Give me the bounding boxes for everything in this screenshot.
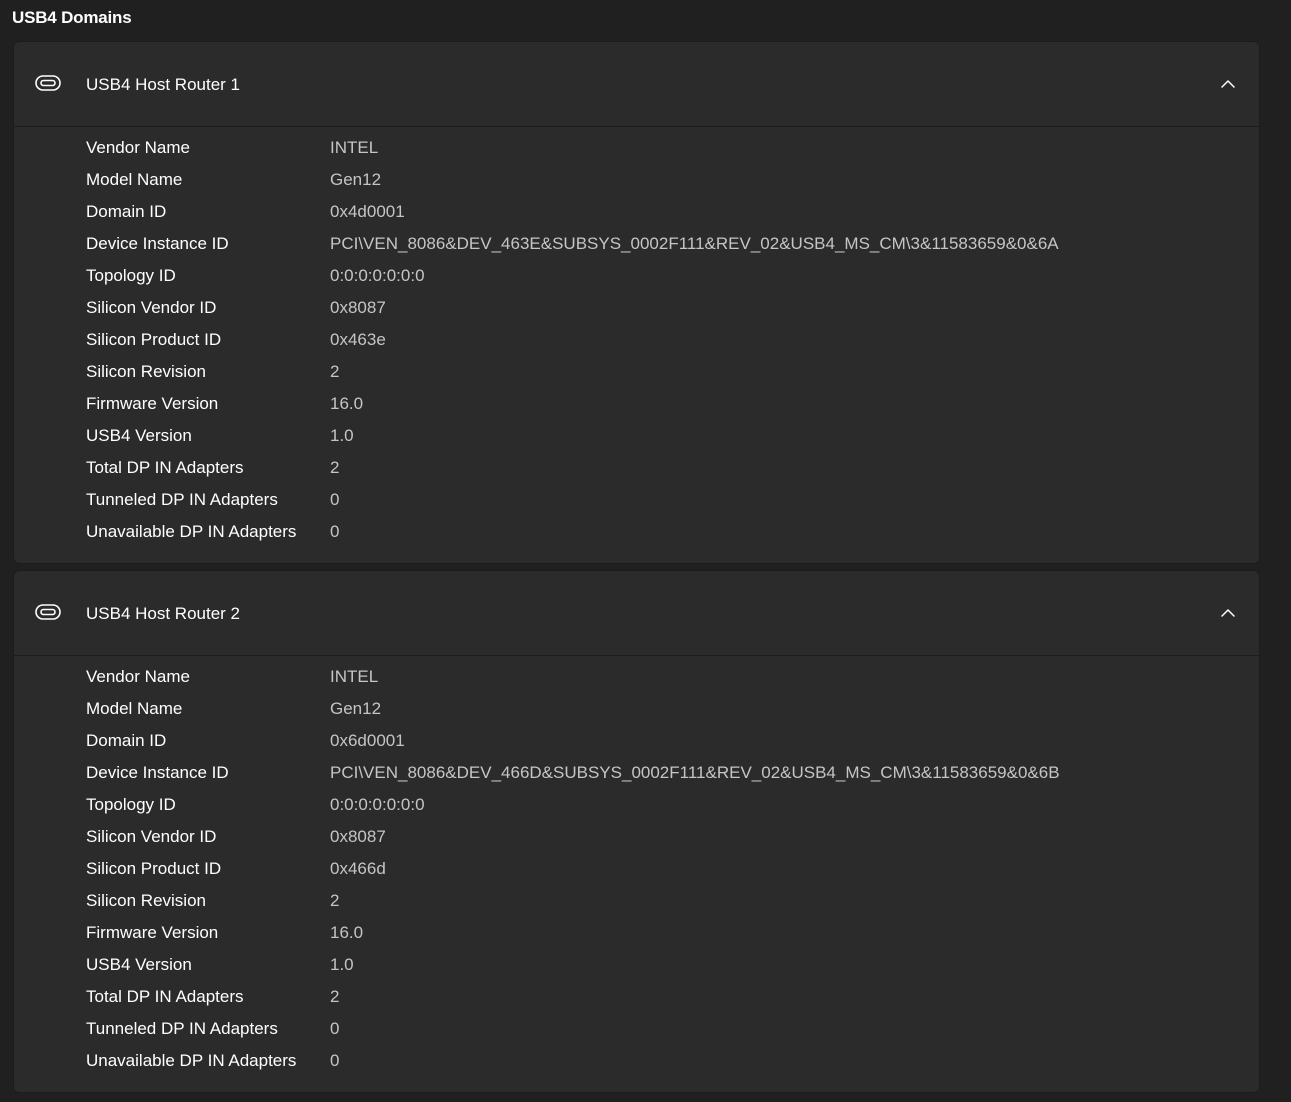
property-row-topology-id: Topology ID 0:0:0:0:0:0:0 — [86, 266, 1246, 298]
property-value: 0 — [330, 522, 340, 541]
property-label: Topology ID — [86, 266, 176, 285]
property-label: Silicon Product ID — [86, 859, 222, 878]
property-value: 1.0 — [330, 426, 354, 445]
property-row-topology-id: Topology ID 0:0:0:0:0:0:0 — [86, 795, 1246, 827]
property-label: Unavailable DP IN Adapters — [86, 522, 297, 541]
property-label: Model Name — [86, 170, 183, 189]
property-label: Vendor Name — [86, 667, 190, 686]
property-row-domain-id: Domain ID 0x4d0001 — [86, 202, 1246, 234]
property-value: 16.0 — [330, 923, 364, 942]
property-label: USB4 Version — [86, 426, 192, 445]
property-value: INTEL — [330, 138, 379, 157]
router-title: USB4 Host Router 2 — [86, 604, 241, 623]
property-row-total-dp-in-adapters: Total DP IN Adapters 2 — [86, 458, 1246, 490]
property-value: INTEL — [330, 667, 379, 686]
property-row-vendor-name: Vendor Name INTEL — [86, 138, 1246, 170]
property-label: Firmware Version — [86, 394, 219, 413]
property-value: 16.0 — [330, 394, 364, 413]
property-row-domain-id: Domain ID 0x6d0001 — [86, 731, 1246, 763]
property-label: Silicon Revision — [86, 362, 206, 381]
chevron-up-icon[interactable] — [1219, 604, 1237, 622]
property-label: Total DP IN Adapters — [86, 987, 244, 1006]
property-row-silicon-product-id: Silicon Product ID 0x466d — [86, 859, 1246, 891]
property-value: 1.0 — [330, 955, 354, 974]
property-row-tunneled-dp-in-adapters: Tunneled DP IN Adapters 0 — [86, 490, 1246, 522]
property-label: Device Instance ID — [86, 234, 229, 253]
chevron-up-icon[interactable] — [1219, 75, 1237, 93]
property-label: Vendor Name — [86, 138, 190, 157]
property-row-silicon-vendor-id: Silicon Vendor ID 0x8087 — [86, 827, 1246, 859]
property-label: Firmware Version — [86, 923, 219, 942]
router-card-2: USB4 Host Router 2 Vendor Name INTEL Mod… — [13, 570, 1260, 1093]
property-value: Gen12 — [330, 699, 382, 718]
property-row-silicon-revision: Silicon Revision 2 — [86, 362, 1246, 394]
property-value: 0 — [330, 1051, 340, 1070]
usb-c-port-icon — [35, 604, 61, 620]
property-row-model-name: Model Name Gen12 — [86, 699, 1246, 731]
router-card-1: USB4 Host Router 1 Vendor Name INTEL Mod… — [13, 41, 1260, 564]
property-value: 0x463e — [330, 330, 386, 349]
property-label: Domain ID — [86, 202, 167, 221]
property-row-firmware-version: Firmware Version 16.0 — [86, 923, 1246, 955]
property-value: 0x8087 — [330, 298, 386, 317]
property-label: Tunneled DP IN Adapters — [86, 1019, 278, 1038]
property-row-model-name: Model Name Gen12 — [86, 170, 1246, 202]
property-label: Device Instance ID — [86, 763, 229, 782]
property-list: Vendor Name INTEL Model Name Gen12 Domai… — [86, 667, 1246, 1083]
property-value: PCI\VEN_8086&DEV_466D&SUBSYS_0002F111&RE… — [330, 763, 1060, 782]
property-row-vendor-name: Vendor Name INTEL — [86, 667, 1246, 699]
property-label: Silicon Product ID — [86, 330, 222, 349]
property-label: Model Name — [86, 699, 183, 718]
router-card-header-2[interactable]: USB4 Host Router 2 — [14, 571, 1259, 656]
property-row-silicon-revision: Silicon Revision 2 — [86, 891, 1246, 923]
property-label: Silicon Vendor ID — [86, 827, 217, 846]
page-title: USB4 Domains — [12, 8, 132, 27]
usb-c-port-icon — [35, 75, 61, 91]
property-value: 0 — [330, 490, 340, 509]
router-title: USB4 Host Router 1 — [86, 75, 241, 94]
property-value: 2 — [330, 458, 340, 477]
property-label: Total DP IN Adapters — [86, 458, 244, 477]
property-row-silicon-vendor-id: Silicon Vendor ID 0x8087 — [86, 298, 1246, 330]
property-row-unavailable-dp-in-adapters: Unavailable DP IN Adapters 0 — [86, 1051, 1246, 1083]
property-value: 0 — [330, 1019, 340, 1038]
property-label: USB4 Version — [86, 955, 192, 974]
property-row-total-dp-in-adapters: Total DP IN Adapters 2 — [86, 987, 1246, 1019]
property-value: 2 — [330, 362, 340, 381]
property-row-usb4-version: USB4 Version 1.0 — [86, 955, 1246, 987]
property-label: Silicon Vendor ID — [86, 298, 217, 317]
property-value: PCI\VEN_8086&DEV_463E&SUBSYS_0002F111&RE… — [330, 234, 1059, 253]
router-card-header-1[interactable]: USB4 Host Router 1 — [14, 42, 1259, 127]
property-list: Vendor Name INTEL Model Name Gen12 Domai… — [86, 138, 1246, 554]
property-value: 0x8087 — [330, 827, 386, 846]
property-value: 0x4d0001 — [330, 202, 405, 221]
property-value: 2 — [330, 891, 340, 910]
property-label: Topology ID — [86, 795, 176, 814]
property-value: 0x6d0001 — [330, 731, 405, 750]
property-row-silicon-product-id: Silicon Product ID 0x463e — [86, 330, 1246, 362]
property-row-device-instance-id: Device Instance ID PCI\VEN_8086&DEV_466D… — [86, 763, 1246, 795]
property-value: 0:0:0:0:0:0:0 — [330, 795, 425, 814]
property-label: Silicon Revision — [86, 891, 206, 910]
property-value: 0:0:0:0:0:0:0 — [330, 266, 425, 285]
property-label: Unavailable DP IN Adapters — [86, 1051, 297, 1070]
property-row-firmware-version: Firmware Version 16.0 — [86, 394, 1246, 426]
property-row-tunneled-dp-in-adapters: Tunneled DP IN Adapters 0 — [86, 1019, 1246, 1051]
property-value: 2 — [330, 987, 340, 1006]
property-value: 0x466d — [330, 859, 386, 878]
property-row-unavailable-dp-in-adapters: Unavailable DP IN Adapters 0 — [86, 522, 1246, 554]
property-row-device-instance-id: Device Instance ID PCI\VEN_8086&DEV_463E… — [86, 234, 1246, 266]
property-label: Domain ID — [86, 731, 167, 750]
property-value: Gen12 — [330, 170, 382, 189]
property-row-usb4-version: USB4 Version 1.0 — [86, 426, 1246, 458]
property-label: Tunneled DP IN Adapters — [86, 490, 278, 509]
